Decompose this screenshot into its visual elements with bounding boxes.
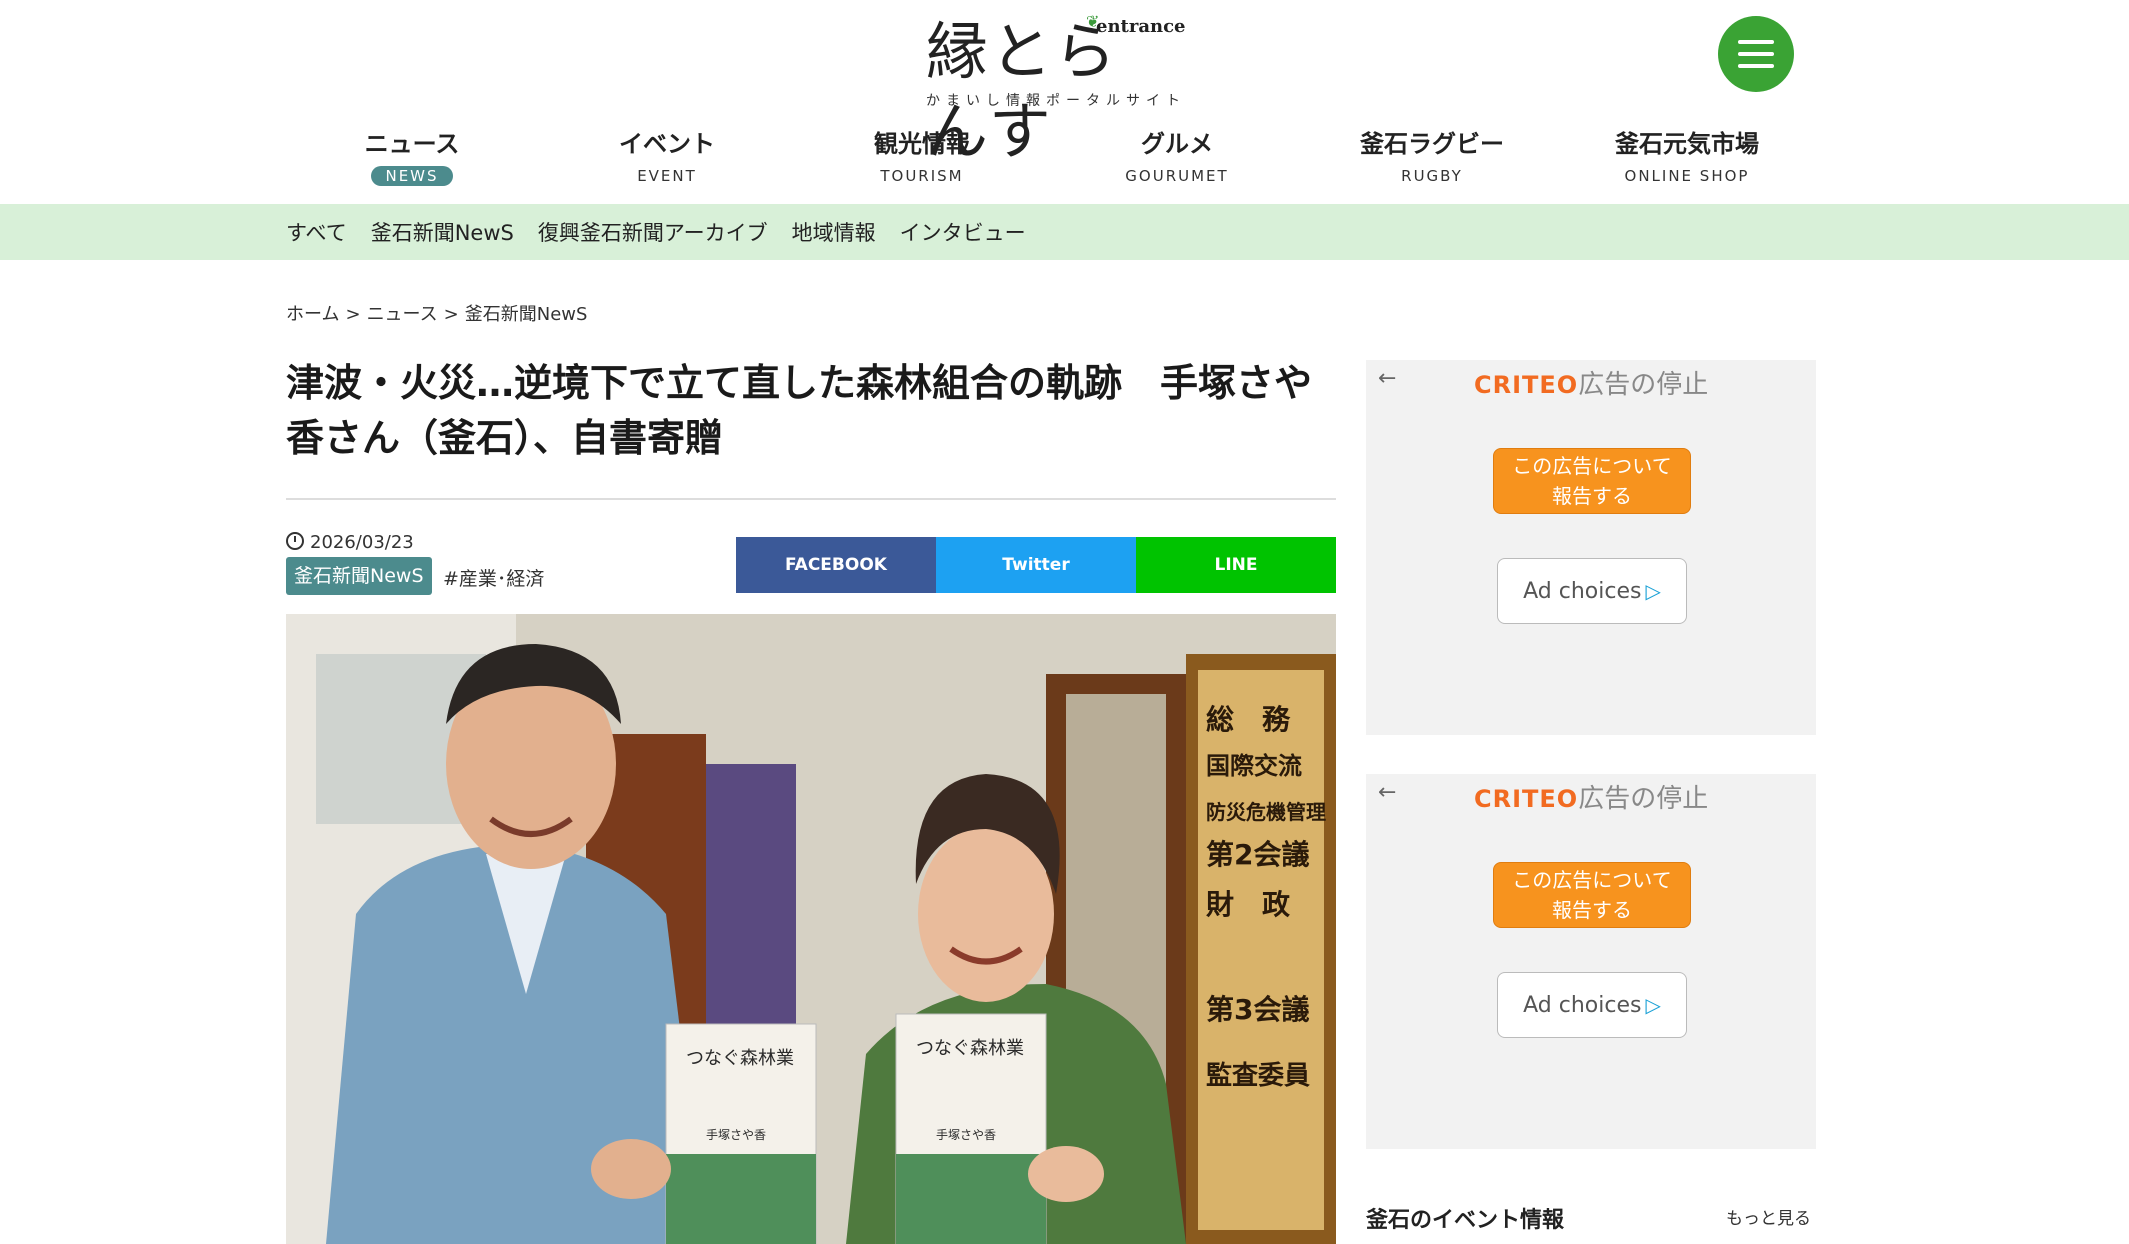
events-more-link[interactable]: もっと見る: [1726, 1204, 1811, 1229]
facebook-share-button[interactable]: FACEBOOK: [736, 537, 936, 593]
nav-item-rugby[interactable]: 釜石ラグビー RUGBY: [1307, 128, 1557, 186]
nav-label: 観光情報: [874, 130, 970, 158]
ad-choices-button[interactable]: Ad choices ▷: [1497, 558, 1687, 624]
ad-choices-label: Ad choices: [1523, 579, 1642, 604]
subnav-all[interactable]: すべて: [286, 217, 347, 247]
nav-item-gourmet[interactable]: グルメ GOURUMET: [1052, 128, 1302, 186]
breadcrumb-separator: >: [345, 304, 361, 325]
ad-stop-label: 広告の停止: [1578, 784, 1709, 814]
sidebar-ad: ← CRITEO広告の停止 この広告について 報告する Ad choices ▷: [1366, 774, 1816, 1149]
report-ad-button[interactable]: この広告について 報告する: [1493, 448, 1691, 514]
category-subnav: すべて 釜石新聞NewS 復興釜石新聞アーカイブ 地域情報 インタビュー: [0, 204, 2129, 260]
nav-sublabel: GOURUMET: [1125, 167, 1229, 185]
nav-label: 釜石元気市場: [1615, 130, 1759, 158]
logo-entrance: entrance: [1096, 16, 1186, 37]
nav-sublabel: ONLINE SHOP: [1624, 167, 1750, 185]
nav-sublabel: NEWS: [371, 166, 453, 186]
sidebar-ad: ← CRITEO広告の停止 この広告について 報告する Ad choices ▷: [1366, 360, 1816, 735]
line-share-button[interactable]: LINE: [1136, 537, 1336, 593]
sign-text: 防災危機管理: [1206, 800, 1326, 824]
subnav-archive[interactable]: 復興釜石新聞アーカイブ: [538, 217, 768, 247]
subnav-kamaishi-news[interactable]: 釜石新聞NewS: [371, 217, 514, 247]
menu-bar-icon: [1738, 52, 1774, 56]
logo-tagline: かまいし情報ポータルサイト: [926, 93, 1186, 109]
share-buttons: FACEBOOK Twitter LINE: [736, 537, 1336, 593]
criteo-header[interactable]: CRITEO広告の停止: [1474, 778, 1708, 815]
ad-stop-label: 広告の停止: [1578, 370, 1709, 400]
book-author-text: 手塚さや香: [706, 1128, 766, 1142]
topic-tag[interactable]: #産業･経済: [443, 564, 544, 591]
photo-illustration: 総 務 国際交流 防災危機管理 第2会議 財 政 第3会議 監査委員 つなぐ森林…: [286, 614, 1336, 1244]
article-title: 津波・火災…逆境下で立て直した森林組合の軌跡 手塚さや香さん（釜石）、自書寄贈: [286, 361, 1313, 460]
title-divider: [286, 498, 1336, 500]
ad-choices-icon: ▷: [1645, 579, 1661, 603]
subnav-interview[interactable]: インタビュー: [900, 217, 1026, 247]
sign-text: 第3会議: [1206, 993, 1309, 1026]
ad-choices-icon: ▷: [1645, 993, 1661, 1017]
sign-text: 財 政: [1206, 888, 1290, 921]
date-text: 2026/03/23: [310, 532, 414, 553]
book-author-text: 手塚さや香: [936, 1128, 996, 1142]
sign-text: 総 務: [1206, 703, 1291, 736]
breadcrumb-separator: >: [443, 304, 459, 325]
sign-text: 第2会議: [1206, 838, 1309, 871]
book-title-text: つなぐ森林業: [916, 1038, 1024, 1059]
nav-label: イベント: [619, 130, 715, 158]
sign-text: 国際交流: [1206, 752, 1302, 780]
ad-choices-label: Ad choices: [1523, 993, 1642, 1018]
ad-choices-button[interactable]: Ad choices ▷: [1497, 972, 1687, 1038]
sign-text: 監査委員: [1206, 1060, 1310, 1091]
nav-item-tourism[interactable]: 観光情報 TOURISM: [797, 128, 1047, 186]
criteo-logo: CRITEO: [1474, 371, 1579, 399]
menu-bar-icon: [1738, 40, 1774, 44]
menu-bar-icon: [1738, 64, 1774, 68]
article-date: 2026/03/23: [286, 532, 414, 553]
back-arrow-icon[interactable]: ←: [1378, 780, 1396, 805]
clock-icon: [286, 532, 304, 550]
report-ad-button[interactable]: この広告について 報告する: [1493, 862, 1691, 928]
breadcrumb-news[interactable]: ニュース: [367, 304, 438, 325]
nav-sublabel: TOURISM: [880, 167, 964, 185]
criteo-logo: CRITEO: [1474, 785, 1579, 813]
back-arrow-icon[interactable]: ←: [1378, 366, 1396, 391]
category-badge[interactable]: 釜石新聞NewS: [286, 557, 432, 595]
twitter-share-button[interactable]: Twitter: [936, 537, 1136, 593]
nav-label: 釜石ラグビー: [1360, 130, 1504, 158]
breadcrumb: ホーム > ニュース > 釜石新聞NewS: [286, 300, 587, 326]
nav-sublabel: EVENT: [637, 167, 697, 185]
nav-label: ニュース: [364, 130, 460, 158]
subnav-local-info[interactable]: 地域情報: [792, 217, 876, 247]
nav-item-online-shop[interactable]: 釜石元気市場 ONLINE SHOP: [1562, 128, 1812, 186]
events-heading: 釜石のイベント情報: [1366, 1208, 1565, 1233]
book-title-text: つなぐ森林業: [686, 1048, 794, 1069]
nav-item-event[interactable]: イベント EVENT: [542, 128, 792, 186]
article-photo: 総 務 国際交流 防災危機管理 第2会議 財 政 第3会議 監査委員 つなぐ森林…: [286, 614, 1336, 1244]
nav-item-news[interactable]: ニュース NEWS: [287, 128, 537, 186]
hamburger-menu-button[interactable]: [1718, 16, 1794, 92]
breadcrumb-home[interactable]: ホーム: [286, 304, 339, 325]
breadcrumb-current: 釜石新聞NewS: [464, 304, 588, 325]
nav-label: グルメ: [1141, 130, 1213, 158]
nav-sublabel: RUGBY: [1401, 167, 1463, 185]
criteo-header[interactable]: CRITEO広告の停止: [1474, 364, 1708, 401]
site-logo[interactable]: ❦ 縁とらんす entrance かまいし情報ポータルサイト: [926, 10, 1186, 168]
global-nav: ニュース NEWS イベント EVENT 観光情報 TOURISM グルメ GO…: [286, 128, 1780, 198]
report-ad-label: 報告する: [1552, 898, 1632, 922]
report-ad-label: この広告について: [1512, 454, 1672, 478]
report-ad-label: 報告する: [1552, 484, 1632, 508]
report-ad-label: この広告について: [1512, 868, 1672, 892]
